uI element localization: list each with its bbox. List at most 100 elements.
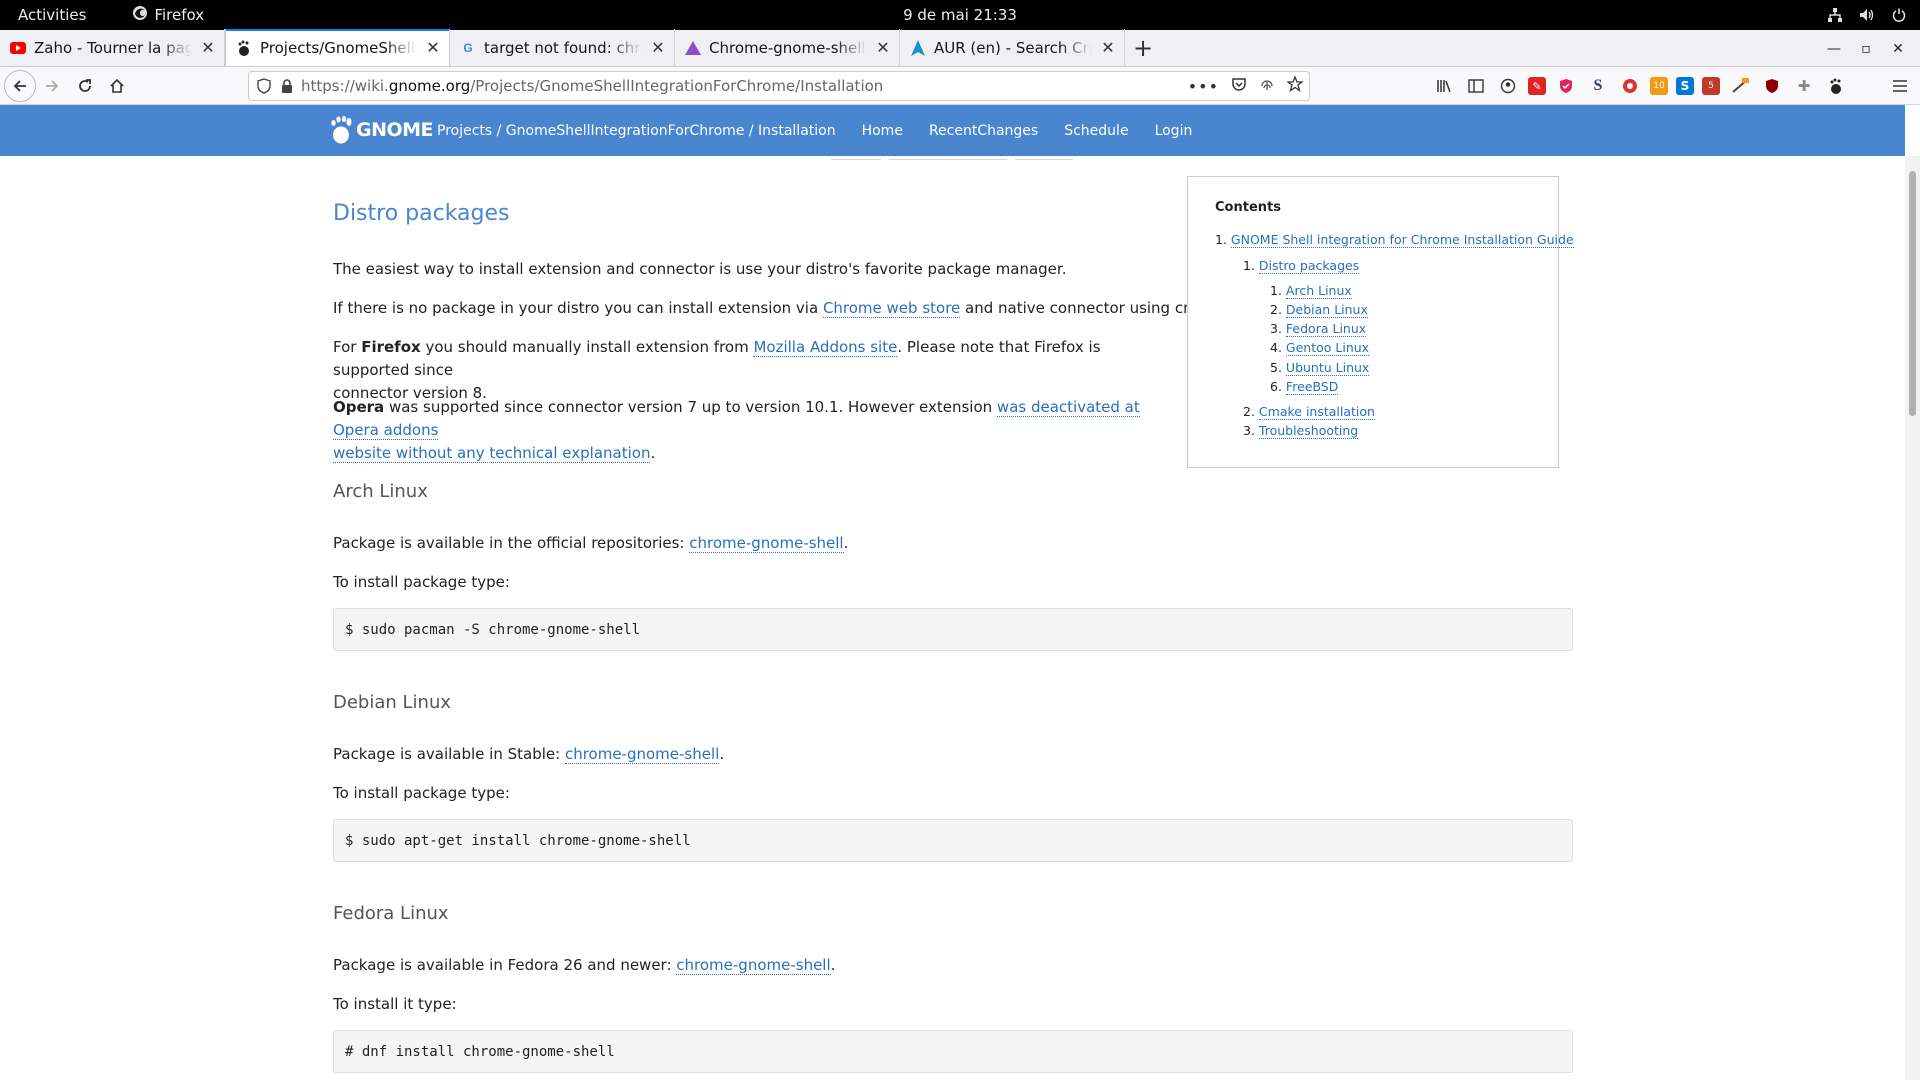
power-icon[interactable]: [1890, 6, 1908, 24]
paragraph-opera: Opera was supported since connector vers…: [333, 396, 1153, 465]
toc-link-guide[interactable]: GNOME Shell integration for Chrome Insta…: [1230, 232, 1574, 248]
opera-deactivated-link-cont[interactable]: website without any technical explanatio…: [333, 444, 651, 463]
hamburger-menu-button[interactable]: [1884, 70, 1916, 102]
new-tab-button[interactable]: +: [1125, 29, 1161, 66]
opera-bold: Opera: [333, 398, 385, 416]
skype-extension-icon[interactable]: S: [1676, 77, 1694, 95]
chrome-web-store-link[interactable]: Chrome web store: [822, 299, 961, 318]
library-icon[interactable]: [1432, 74, 1456, 98]
toc-item: 3. Fedora Linux: [1270, 321, 1367, 337]
arch-install-label: To install package type:: [333, 573, 510, 591]
ublock-icon[interactable]: [1760, 74, 1784, 98]
extensions-toolbar: ✎ S 10 S 5 ✚: [1432, 71, 1848, 101]
nav-login[interactable]: Login: [1155, 123, 1193, 139]
mozilla-addons-link[interactable]: Mozilla Addons site: [753, 338, 898, 357]
home-button[interactable]: [101, 70, 133, 102]
toc-item: 2. Cmake installation: [1243, 404, 1375, 420]
toc-link-troubleshooting[interactable]: Troubleshooting: [1258, 423, 1359, 439]
text: you should manually install extension fr…: [420, 338, 754, 356]
fedora-install-label: To install it type:: [333, 995, 457, 1013]
url-bar[interactable]: https://wiki.gnome.org/Projects/GnomeShe…: [248, 71, 1310, 101]
toc-link-freebsd[interactable]: FreeBSD: [1285, 379, 1339, 395]
satellite-extension-icon[interactable]: [1728, 74, 1752, 98]
s-extension-icon[interactable]: S: [1586, 74, 1610, 98]
tab-youtube[interactable]: Zaho - Tourner la page by ✕: [0, 29, 225, 66]
lock-icon[interactable]: [281, 79, 293, 93]
minimize-icon[interactable]: —: [1818, 30, 1850, 67]
url-text[interactable]: https://wiki.gnome.org/Projects/GnomeShe…: [301, 77, 883, 95]
nav-schedule[interactable]: Schedule: [1064, 123, 1128, 139]
fedora-install-command[interactable]: # dnf install chrome-gnome-shell: [333, 1030, 1573, 1073]
text: Package is available in Fedora 26 and ne…: [333, 956, 677, 974]
pdf-extension-icon[interactable]: ✎: [1528, 77, 1546, 95]
tab-title: AUR (en) - Search Criteria: [934, 38, 1092, 57]
reader-fingerprint-icon[interactable]: [1259, 76, 1275, 96]
volume-icon[interactable]: [1858, 6, 1876, 24]
app-name: Firefox: [154, 6, 205, 24]
maximize-icon[interactable]: ▫: [1850, 30, 1882, 67]
red-badge-extension-icon[interactable]: 5: [1702, 77, 1720, 95]
toc-num: 3.: [1270, 321, 1282, 336]
back-button[interactable]: [4, 70, 36, 102]
activities-button[interactable]: Activities: [18, 6, 86, 24]
gnome-extension-icon[interactable]: [1824, 74, 1848, 98]
sidebar-icon[interactable]: [1464, 74, 1488, 98]
scrolled-link-remnant: [1015, 156, 1073, 160]
toc-link-ubuntu[interactable]: Ubuntu Linux: [1285, 360, 1370, 376]
close-tab-icon[interactable]: ✕: [200, 39, 216, 56]
close-tab-icon[interactable]: ✕: [425, 39, 441, 56]
network-icon[interactable]: [1826, 6, 1844, 24]
scrollbar-thumb[interactable]: [1909, 171, 1916, 416]
close-window-icon[interactable]: ✕: [1882, 30, 1914, 67]
debian-install-command[interactable]: $ sudo apt-get install chrome-gnome-shel…: [333, 819, 1573, 862]
reload-icon: [79, 79, 91, 92]
clock[interactable]: 9 de mai 21:33: [903, 6, 1017, 24]
debian-package-link[interactable]: chrome-gnome-shell: [564, 745, 720, 764]
toc-link-distro-packages[interactable]: Distro packages: [1258, 258, 1360, 274]
toc-item: 3. Troubleshooting: [1243, 423, 1359, 439]
tab-manjaro[interactable]: Chrome-gnome-shell - D ✕: [675, 29, 900, 66]
nav-recentchanges[interactable]: RecentChanges: [929, 123, 1038, 139]
tab-title: Chrome-gnome-shell - D: [709, 38, 867, 57]
account-icon[interactable]: [1496, 74, 1520, 98]
close-tab-icon[interactable]: ✕: [1100, 39, 1116, 56]
orange-badge-extension-icon[interactable]: 10: [1650, 77, 1668, 95]
app-menu[interactable]: Firefox: [132, 5, 204, 25]
gnome-top-bar: Activities Firefox 9 de mai 21:33: [0, 0, 1920, 30]
toc-num: 3.: [1243, 423, 1255, 438]
toc-link-fedora[interactable]: Fedora Linux: [1285, 321, 1367, 337]
forward-button[interactable]: [36, 70, 68, 102]
red-circle-extension-icon[interactable]: [1618, 74, 1642, 98]
arch-install-command[interactable]: $ sudo pacman -S chrome-gnome-shell: [333, 608, 1573, 651]
fedora-package-link[interactable]: chrome-gnome-shell: [676, 956, 831, 975]
pocket-icon[interactable]: [1231, 76, 1247, 96]
toc-num: 4.: [1270, 340, 1282, 355]
close-tab-icon[interactable]: ✕: [875, 39, 891, 56]
tracking-protection-icon[interactable]: [257, 78, 271, 94]
shield-extension-icon[interactable]: [1554, 74, 1578, 98]
page-scrollbar[interactable]: [1905, 156, 1920, 1080]
reload-button[interactable]: [69, 70, 101, 102]
tab-gnome-wiki[interactable]: Projects/GnomeShellInte ✕: [225, 29, 450, 66]
arch-package-link[interactable]: chrome-gnome-shell: [689, 534, 844, 553]
page-actions-icon[interactable]: •••: [1188, 77, 1219, 96]
tab-google-search[interactable]: G target not found: chrome ✕: [450, 29, 675, 66]
close-tab-icon[interactable]: ✕: [650, 39, 666, 56]
bookmark-star-icon[interactable]: [1286, 75, 1304, 96]
toc-link-cmake[interactable]: Cmake installation: [1258, 404, 1375, 420]
toc-link-gentoo[interactable]: Gentoo Linux: [1285, 340, 1370, 356]
nav-home[interactable]: Home: [862, 123, 903, 139]
tab-aur[interactable]: AUR (en) - Search Criteria ✕: [900, 29, 1125, 66]
puzzle-extension-icon[interactable]: ✚: [1792, 74, 1816, 98]
gnome-logo[interactable]: GNOME: [330, 113, 434, 147]
text: If there is no package in your distro yo…: [333, 299, 823, 317]
toc-num: 1.: [1243, 258, 1255, 273]
text: .: [650, 444, 656, 462]
toc-link-debian[interactable]: Debian Linux: [1285, 302, 1368, 318]
paragraph-intro: The easiest way to install extension and…: [333, 260, 1067, 278]
system-tray[interactable]: [1826, 0, 1908, 30]
section-title: Distro packages: [333, 201, 510, 226]
toc-item: 6. FreeBSD: [1270, 379, 1339, 395]
toc-link-arch[interactable]: Arch Linux: [1285, 283, 1352, 299]
breadcrumb[interactable]: Projects / GnomeShellIntegrationForChrom…: [437, 123, 836, 139]
